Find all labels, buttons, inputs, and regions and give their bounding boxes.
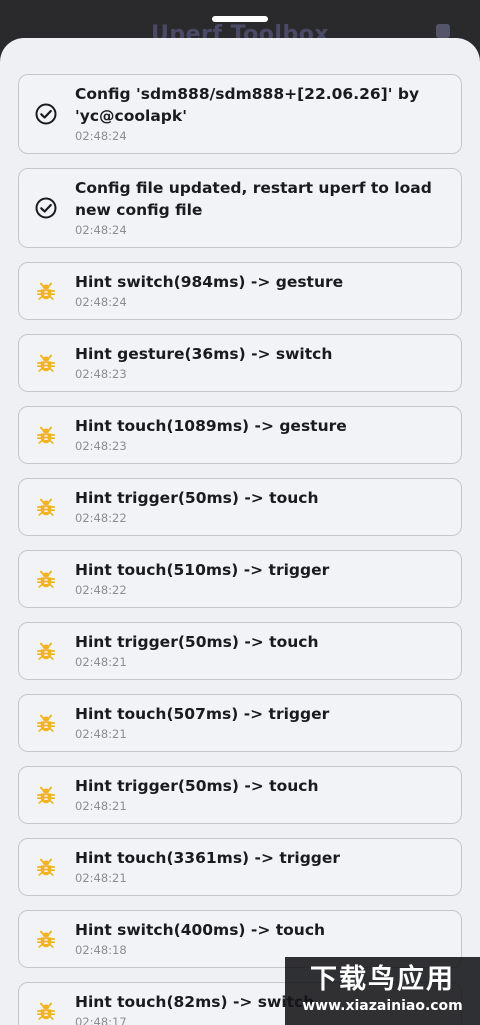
bug-icon <box>33 278 59 304</box>
log-item[interactable]: Hint touch(510ms) -> trigger 02:48:22 <box>18 550 462 608</box>
log-message: Hint touch(510ms) -> trigger <box>75 561 330 579</box>
bug-icon <box>33 350 59 376</box>
log-item[interactable]: Hint trigger(50ms) -> touch 02:48:21 <box>18 622 462 680</box>
log-text: Config 'sdm888/sdm888+[22.06.26]' by 'yc… <box>75 83 449 144</box>
bug-icon <box>33 710 59 736</box>
log-timestamp: 02:48:21 <box>75 799 127 813</box>
check-circle-icon <box>33 101 59 127</box>
log-sheet: Config 'sdm888/sdm888+[22.06.26]' by 'yc… <box>0 38 480 1025</box>
log-item[interactable]: Hint switch(984ms) -> gesture 02:48:24 <box>18 262 462 320</box>
log-list: Config 'sdm888/sdm888+[22.06.26]' by 'yc… <box>18 74 462 1025</box>
log-message: Hint touch(1089ms) -> gesture <box>75 417 347 435</box>
bug-icon <box>33 494 59 520</box>
sheet-drag-handle[interactable] <box>212 16 268 22</box>
log-item[interactable]: Hint touch(1089ms) -> gesture 02:48:23 <box>18 406 462 464</box>
log-message: Hint gesture(36ms) -> switch <box>75 345 333 363</box>
log-message: Hint trigger(50ms) -> touch <box>75 777 319 795</box>
log-text: Hint trigger(50ms) -> touch 02:48:21 <box>75 775 449 814</box>
log-item[interactable]: Hint gesture(36ms) -> switch 02:48:23 <box>18 334 462 392</box>
watermark-url: www.xiazainiao.com <box>302 998 463 1014</box>
log-message: Hint trigger(50ms) -> touch <box>75 633 319 651</box>
log-item[interactable]: Hint touch(507ms) -> trigger 02:48:21 <box>18 694 462 752</box>
log-text: Hint touch(3361ms) -> trigger 02:48:21 <box>75 847 449 886</box>
log-message: Hint touch(3361ms) -> trigger <box>75 849 341 867</box>
log-timestamp: 02:48:23 <box>75 367 127 381</box>
log-message: Config 'sdm888/sdm888+[22.06.26]' by 'yc… <box>75 85 425 125</box>
check-circle-icon <box>33 195 59 221</box>
log-message: Hint switch(400ms) -> touch <box>75 921 326 939</box>
log-text: Hint touch(510ms) -> trigger 02:48:22 <box>75 559 449 598</box>
log-timestamp: 02:48:21 <box>75 655 127 669</box>
bug-icon <box>33 422 59 448</box>
log-timestamp: 02:48:22 <box>75 583 127 597</box>
log-timestamp: 02:48:18 <box>75 943 127 957</box>
log-item[interactable]: Config 'sdm888/sdm888+[22.06.26]' by 'yc… <box>18 74 462 154</box>
log-timestamp: 02:48:23 <box>75 439 127 453</box>
log-timestamp: 02:48:24 <box>75 295 127 309</box>
log-item[interactable]: Hint trigger(50ms) -> touch 02:48:22 <box>18 478 462 536</box>
bug-icon <box>33 782 59 808</box>
log-text: Hint switch(984ms) -> gesture 02:48:24 <box>75 271 449 310</box>
bug-icon <box>33 566 59 592</box>
log-timestamp: 02:48:22 <box>75 511 127 525</box>
log-message: Hint switch(984ms) -> gesture <box>75 273 344 291</box>
log-timestamp: 02:48:24 <box>75 223 127 237</box>
watermark: 下载鸟应用 www.xiazainiao.com <box>285 957 480 1025</box>
log-text: Hint touch(1089ms) -> gesture 02:48:23 <box>75 415 449 454</box>
log-text: Hint gesture(36ms) -> switch 02:48:23 <box>75 343 449 382</box>
log-timestamp: 02:48:21 <box>75 871 127 885</box>
bug-icon <box>33 638 59 664</box>
log-message: Hint trigger(50ms) -> touch <box>75 489 319 507</box>
log-timestamp: 02:48:24 <box>75 129 127 143</box>
log-item[interactable]: Hint touch(3361ms) -> trigger 02:48:21 <box>18 838 462 896</box>
log-text: Hint trigger(50ms) -> touch 02:48:21 <box>75 631 449 670</box>
watermark-title: 下载鸟应用 <box>310 964 455 995</box>
log-item[interactable]: Config file updated, restart uperf to lo… <box>18 168 462 248</box>
bug-icon <box>33 854 59 880</box>
log-text: Hint trigger(50ms) -> touch 02:48:22 <box>75 487 449 526</box>
log-text: Hint switch(400ms) -> touch 02:48:18 <box>75 919 449 958</box>
log-item[interactable]: Hint trigger(50ms) -> touch 02:48:21 <box>18 766 462 824</box>
log-text: Hint touch(507ms) -> trigger 02:48:21 <box>75 703 449 742</box>
bug-icon <box>33 998 59 1024</box>
log-message: Hint touch(507ms) -> trigger <box>75 705 330 723</box>
bug-icon <box>33 926 59 952</box>
log-timestamp: 02:48:21 <box>75 727 127 741</box>
log-message: Config file updated, restart uperf to lo… <box>75 179 438 219</box>
menu-icon[interactable] <box>436 24 450 38</box>
log-text: Config file updated, restart uperf to lo… <box>75 177 449 238</box>
